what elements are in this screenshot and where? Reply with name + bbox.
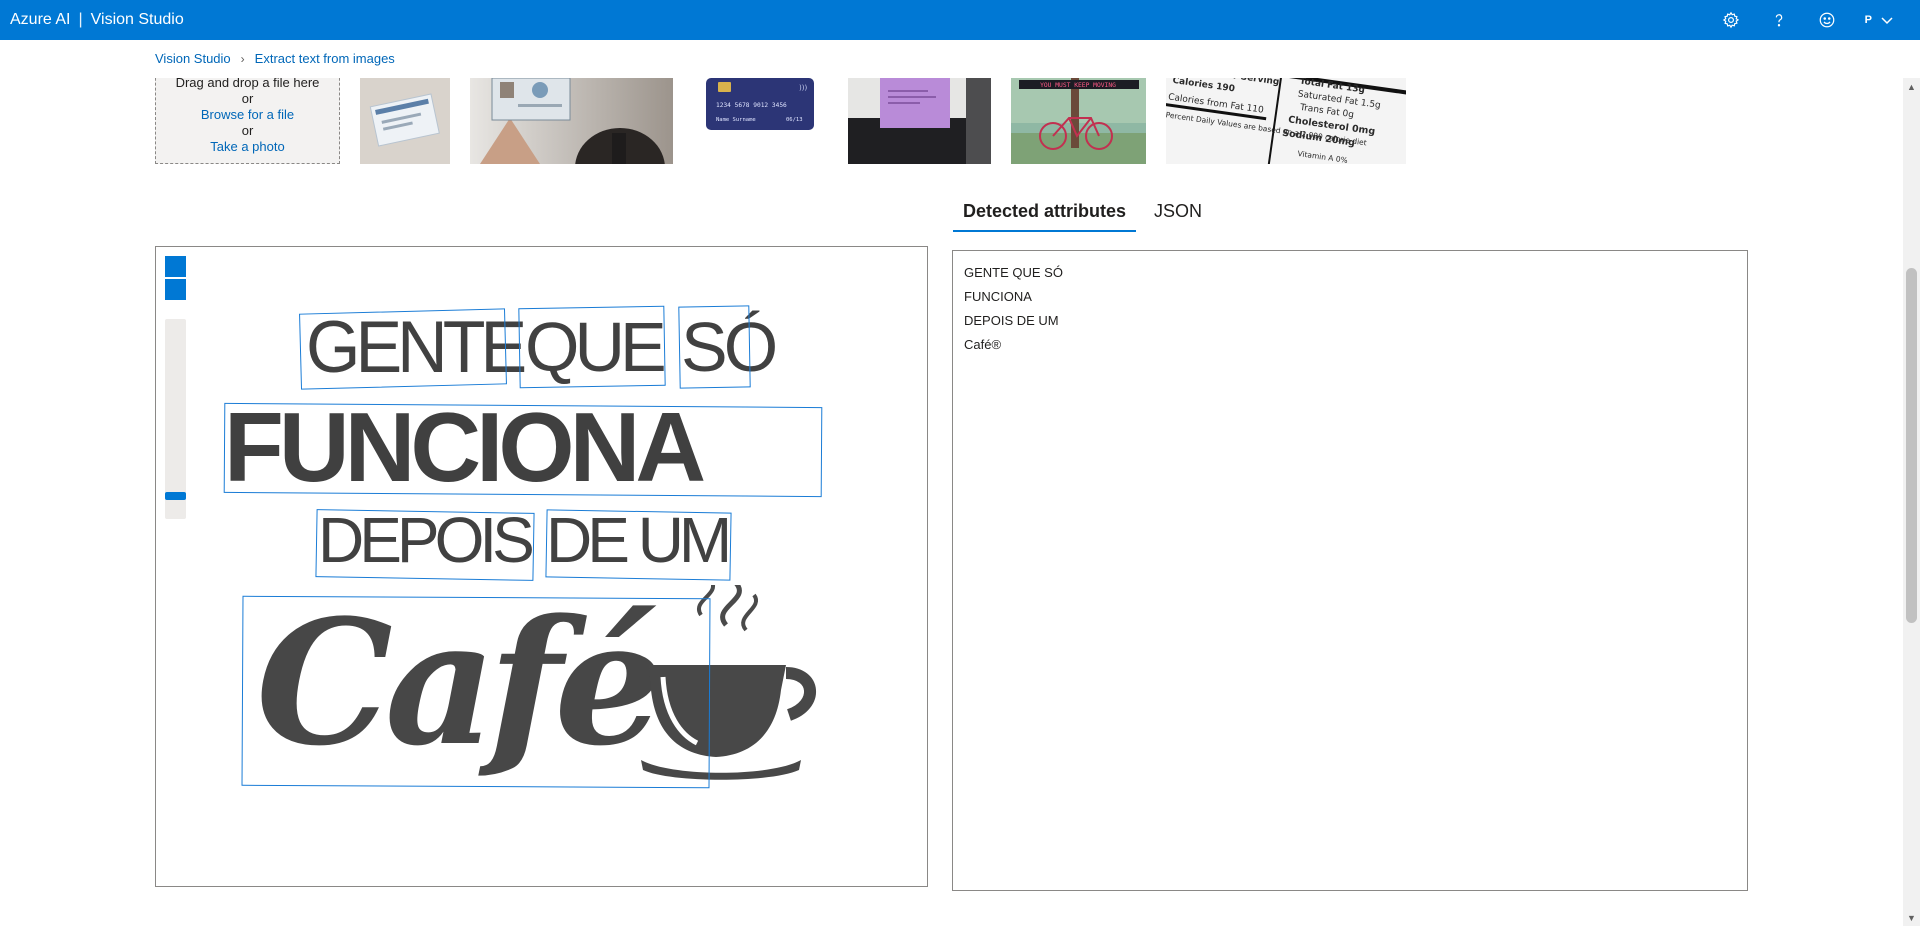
- dropzone-or-1: or: [241, 91, 254, 106]
- page-scrollbar[interactable]: ▲ ▼: [1903, 78, 1920, 926]
- chevron-right-icon: ›: [240, 51, 245, 66]
- svg-text:))): ))): [799, 84, 807, 92]
- help-button[interactable]: [1755, 0, 1803, 40]
- result-line: DEPOIS DE UM: [964, 313, 1059, 328]
- zoom-out-button[interactable]: [165, 279, 186, 300]
- sample-thumb-credit-card[interactable]: ))) 1234 5678 9012 3456 Name Surname 06/…: [706, 78, 814, 130]
- breadcrumb: Vision Studio › Extract text from images: [155, 51, 395, 66]
- file-dropzone[interactable]: Drag and drop a file here or Browse for …: [155, 78, 340, 164]
- breadcrumb-current-link[interactable]: Extract text from images: [255, 51, 395, 66]
- brand-separator: |: [78, 11, 83, 28]
- sample-images-strip: Drag and drop a file here or Browse for …: [0, 78, 1900, 164]
- top-bar: Azure AI | Vision Studio P: [0, 0, 1920, 40]
- scroll-down-arrow-icon[interactable]: ▼: [1903, 909, 1920, 926]
- help-icon: [1775, 14, 1782, 27]
- brand[interactable]: Azure AI | Vision Studio: [10, 11, 184, 29]
- svg-text:YOU MUST KEEP MOVING: YOU MUST KEEP MOVING: [1040, 82, 1116, 89]
- svg-text:1234 5678 9012 3456: 1234 5678 9012 3456: [716, 102, 787, 109]
- result-line: GENTE QUE SÓ: [964, 265, 1063, 280]
- bbox-depois: [315, 509, 535, 581]
- svg-text:06/13: 06/13: [786, 117, 803, 123]
- sample-thumb-card[interactable]: [360, 78, 450, 164]
- tab-detected-attributes[interactable]: Detected attributes: [953, 193, 1137, 232]
- tab-json[interactable]: JSON: [1144, 193, 1212, 232]
- bbox-de-um: [545, 509, 732, 581]
- gear-icon: [1722, 11, 1739, 29]
- browse-file-link[interactable]: Browse for a file: [156, 107, 339, 123]
- image-preview-panel: GENTE QUE SÓ FUNCIONA DEPOIS DE UM Café: [155, 246, 928, 887]
- settings-button[interactable]: [1707, 0, 1755, 40]
- sample-thumb-id-badge[interactable]: [470, 78, 673, 164]
- dropzone-instruction: Drag and drop a file here: [175, 78, 320, 90]
- account-menu-button[interactable]: P: [1851, 0, 1900, 40]
- result-line: FUNCIONA: [964, 289, 1032, 304]
- bbox-gente: [299, 308, 507, 390]
- chevron-down-icon: [1881, 17, 1893, 25]
- bbox-so: [678, 305, 751, 389]
- zoom-in-button[interactable]: [165, 256, 186, 277]
- feedback-button[interactable]: [1803, 0, 1851, 40]
- app-name: Vision Studio: [90, 11, 184, 28]
- feedback-smiley-icon: [1819, 12, 1835, 28]
- zoom-slider-thumb[interactable]: [165, 492, 186, 500]
- sample-thumb-sticky-note[interactable]: [848, 78, 991, 164]
- sample-thumb-bicycle[interactable]: YOU MUST KEEP MOVING: [1011, 78, 1146, 164]
- avatar: P: [1864, 14, 1872, 26]
- result-line: Café®: [964, 337, 1002, 352]
- product-name: Azure AI: [10, 11, 71, 28]
- top-bar-actions: P: [1707, 0, 1900, 40]
- breadcrumb-home-link[interactable]: Vision Studio: [155, 51, 231, 66]
- svg-text:Name Surname: Name Surname: [716, 117, 756, 123]
- bbox-que: [518, 305, 666, 389]
- bbox-funciona: [223, 402, 823, 498]
- bbox-cafe: [241, 595, 711, 789]
- dropzone-or-2: or: [241, 123, 254, 138]
- scrollbar-thumb[interactable]: [1906, 268, 1917, 623]
- detected-text-results: GENTE QUE SÓ FUNCIONA DEPOIS DE UM Café®: [952, 250, 1748, 891]
- zoom-slider[interactable]: [165, 319, 186, 519]
- sample-thumb-nutrition-label[interactable]: Amount Per Serving Calories 190 Calories…: [1166, 78, 1406, 164]
- result-tabs: Detected attributes JSON: [953, 193, 1212, 232]
- scroll-up-arrow-icon[interactable]: ▲: [1903, 78, 1920, 95]
- take-photo-link[interactable]: Take a photo: [156, 139, 339, 155]
